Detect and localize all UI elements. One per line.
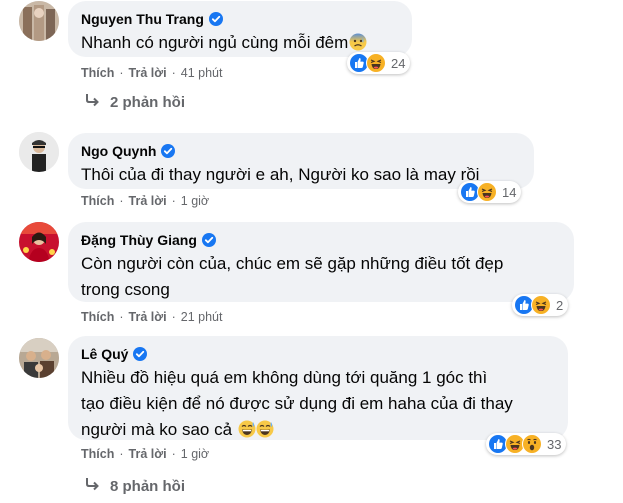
comment-text: Thôi của đi thay người e ah, Người ko sa… — [81, 165, 480, 184]
comment-bubble: Đặng Thùy Giang Còn người còn của, chúc … — [68, 222, 574, 302]
verified-badge-icon — [208, 12, 223, 26]
grinning-sweat-face-icon — [238, 420, 274, 446]
avatar[interactable] — [19, 1, 59, 41]
verified-badge-icon — [161, 144, 176, 158]
replies-count: 8 phản hồi — [110, 477, 185, 495]
comment-actions: Thích · Trả lời · 1 giờ — [81, 194, 210, 208]
reaction-summary[interactable]: 24 — [347, 52, 411, 74]
reply-arrow-icon — [84, 93, 100, 111]
comment-actions: Thích · Trả lời · 41 phút — [81, 66, 223, 80]
reaction-summary[interactable]: 33 — [486, 433, 567, 455]
timestamp[interactable]: 1 giờ — [181, 447, 209, 461]
commenter-name[interactable]: Nguyen Thu Trang — [81, 11, 204, 27]
reply-action[interactable]: Trả lời — [129, 66, 167, 80]
reply-arrow-icon — [84, 477, 100, 495]
like-action[interactable]: Thích — [81, 66, 114, 80]
reply-action[interactable]: Trả lời — [129, 447, 167, 461]
commenter-name[interactable]: Đặng Thùy Giang — [81, 232, 197, 248]
comment-text: Còn người còn của, chúc em sẽ gặp những … — [81, 254, 504, 299]
wow-reaction-icon — [522, 434, 542, 454]
like-action[interactable]: Thích — [81, 194, 114, 208]
reaction-count: 33 — [547, 436, 562, 452]
like-action[interactable]: Thích — [81, 447, 114, 461]
comment-actions: Thích · Trả lời · 1 giờ — [81, 447, 210, 461]
verified-badge-icon — [133, 347, 148, 361]
reply-action[interactable]: Trả lời — [129, 310, 167, 324]
avatar[interactable] — [19, 132, 59, 172]
verified-badge-icon — [201, 233, 216, 247]
like-action[interactable]: Thích — [81, 310, 114, 324]
replies-count: 2 phản hồi — [110, 93, 185, 111]
reply-action[interactable]: Trả lời — [129, 194, 167, 208]
reaction-count: 24 — [391, 55, 406, 71]
commenter-name[interactable]: Lê Quý — [81, 346, 128, 362]
haha-reaction-icon — [477, 182, 497, 202]
avatar[interactable] — [19, 338, 59, 378]
comment-bubble: Nguyen Thu Trang Nhanh có người ngủ cùng… — [68, 1, 412, 57]
haha-reaction-icon — [531, 295, 551, 315]
timestamp[interactable]: 1 giờ — [181, 194, 209, 208]
avatar[interactable] — [19, 222, 59, 262]
haha-reaction-icon — [366, 53, 386, 73]
comment-text: Nhiều đồ hiệu quá em không dùng tới quăn… — [81, 365, 555, 446]
view-replies-link[interactable]: 8 phản hồi — [84, 476, 185, 496]
reaction-summary[interactable]: 14 — [458, 181, 522, 203]
comment-actions: Thích · Trả lời · 21 phút — [81, 310, 223, 324]
reaction-count: 14 — [502, 184, 517, 200]
timestamp[interactable]: 21 phút — [181, 310, 223, 324]
timestamp[interactable]: 41 phút — [181, 66, 223, 80]
reaction-count: 2 — [556, 297, 564, 313]
reaction-summary[interactable]: 2 — [512, 294, 569, 316]
view-replies-link[interactable]: 2 phản hồi — [84, 92, 185, 112]
comment-bubble: Ngo Quynh Thôi của đi thay người e ah, N… — [68, 133, 534, 189]
commenter-name[interactable]: Ngo Quynh — [81, 143, 156, 159]
comment-bubble: Lê Quý Nhiều đồ hiệu quá em không dùng t… — [68, 336, 568, 440]
